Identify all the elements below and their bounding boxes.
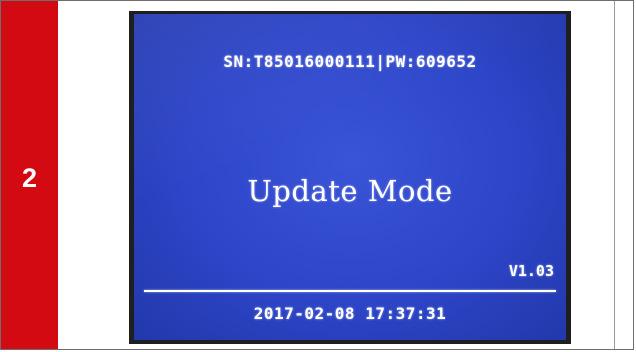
date-time: 2017-02-08 17:37:31 <box>253 304 447 323</box>
serial-password-line: SN:T85016000111|PW:609652 <box>223 52 477 71</box>
update-mode-title: Update Mode <box>247 174 453 208</box>
right-divider <box>614 1 615 349</box>
screen-divider <box>144 290 556 292</box>
firmware-version: V1.03 <box>508 262 554 280</box>
step-number: 2 <box>21 163 38 193</box>
device-screen: SN:T85016000111|PW:609652 Update Mode V1… <box>134 14 566 340</box>
instruction-frame: 2 SN:T85016000111|PW:609652 Update Mode … <box>0 0 634 350</box>
step-indicator: 2 <box>1 1 58 349</box>
